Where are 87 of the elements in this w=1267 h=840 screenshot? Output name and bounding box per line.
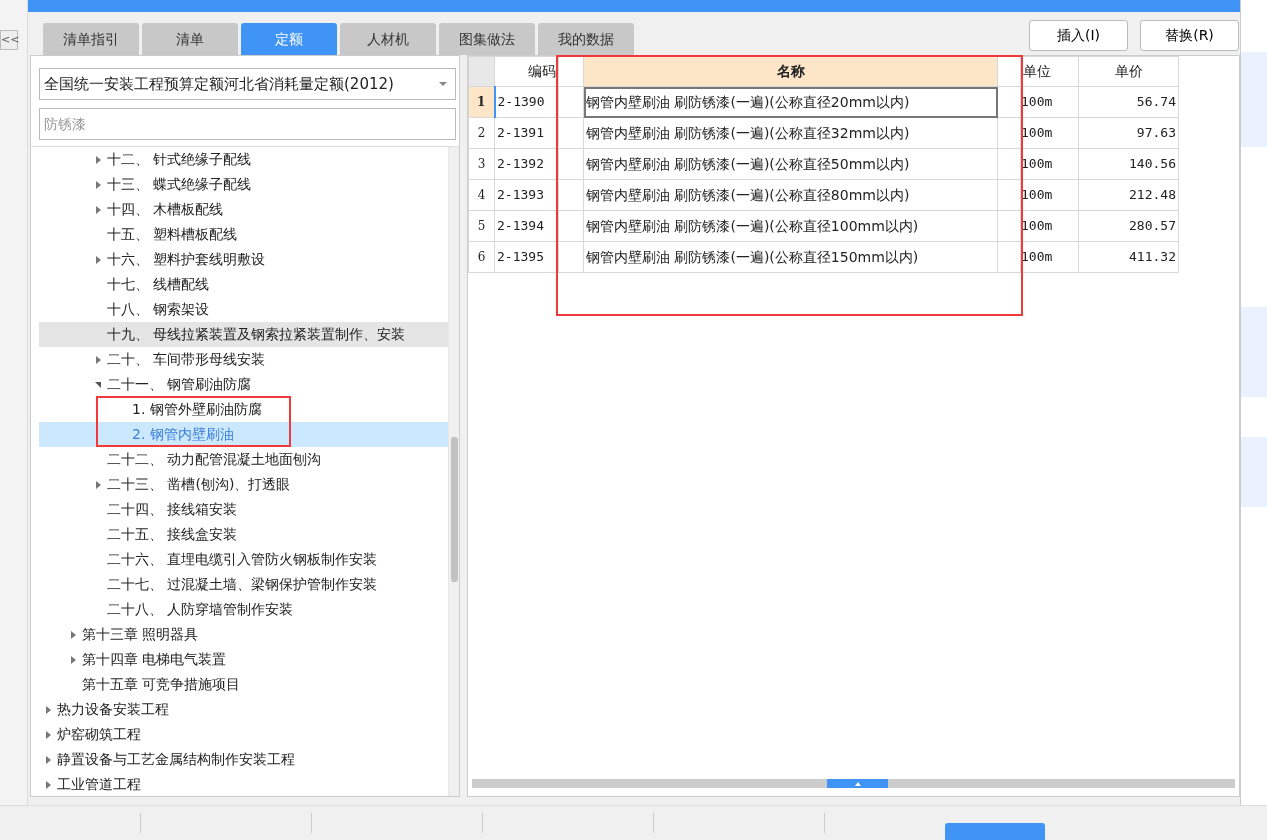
scrollbar-thumb[interactable]	[827, 779, 888, 788]
tree-item[interactable]: 二十七、 过混凝土墙、梁钢保护管制作安装	[39, 572, 448, 597]
tree-item[interactable]: 十九、 母线拉紧装置及钢索拉紧装置制作、安装	[39, 322, 448, 347]
table-cell: 212.48	[1078, 179, 1179, 211]
table-cell: 140.56	[1078, 148, 1179, 180]
tree-item[interactable]: 二十五、 接线盒安装	[39, 522, 448, 547]
table-cell: 97.63	[1078, 117, 1179, 149]
scrollbar[interactable]	[472, 779, 1235, 788]
tree-item[interactable]: 第十三章 照明器具	[39, 622, 448, 647]
tree-item[interactable]: 二十三、 凿槽(刨沟)、打透眼	[39, 472, 448, 497]
expand-icon[interactable]	[70, 630, 76, 639]
expand-icon[interactable]	[95, 355, 101, 364]
table-cell: 钢管内壁刷油 刷防锈漆(一遍)(公称直径32mm以内)	[583, 117, 998, 149]
table-cell: 钢管内壁刷油 刷防锈漆(一遍)(公称直径20mm以内)	[583, 86, 998, 118]
table-cell: 100m	[1020, 179, 1079, 211]
tree-item[interactable]: 二十、 车间带形母线安装	[39, 347, 448, 372]
action-button[interactable]: 插入(I)	[1029, 20, 1128, 51]
tree-item[interactable]: 炉窑砌筑工程	[39, 722, 448, 747]
tab[interactable]: 人材机	[340, 23, 436, 55]
table-cell: 100m	[1020, 148, 1079, 180]
tree-item[interactable]: 工业管道工程	[39, 772, 448, 796]
tab[interactable]: 清单	[142, 23, 238, 55]
tree-item[interactable]: 十六、 塑料护套线明敷设	[39, 247, 448, 272]
row-number[interactable]: 3	[468, 148, 495, 180]
expand-icon[interactable]	[45, 755, 51, 764]
scrollbar-thumb[interactable]	[451, 437, 458, 582]
column-header[interactable]: 名称	[583, 56, 998, 87]
row-number[interactable]: 1	[468, 86, 495, 118]
table-cell: 2-1390	[494, 86, 559, 118]
tree-item[interactable]: 热力设备安装工程	[39, 697, 448, 722]
collapse-button[interactable]: <<	[0, 30, 18, 50]
row-number[interactable]: 2	[468, 117, 495, 149]
table-cell: 2-1392	[494, 148, 559, 180]
tree-item[interactable]: 十四、 木槽板配线	[39, 197, 448, 222]
action-button[interactable]: 替换(R)	[1140, 20, 1239, 51]
tree-item[interactable]: 二十八、 人防穿墙管制作安装	[39, 597, 448, 622]
tree-item[interactable]: 1. 钢管外壁刷油防腐	[39, 397, 448, 422]
tree-item[interactable]: 第十四章 电梯电气装置	[39, 647, 448, 672]
table-cell: 钢管内壁刷油 刷防锈漆(一遍)(公称直径80mm以内)	[583, 179, 998, 211]
table-cell: 钢管内壁刷油 刷防锈漆(一遍)(公称直径150mm以内)	[583, 241, 998, 273]
column-header[interactable]: 单位	[1020, 56, 1079, 87]
table-cell: 100m	[1020, 86, 1079, 118]
row-number[interactable]: 6	[468, 241, 495, 273]
tab[interactable]: 我的数据	[538, 23, 634, 55]
tree-item[interactable]: 十五、 塑料槽板配线	[39, 222, 448, 247]
column-header[interactable]: 编码	[494, 56, 559, 87]
scrollbar[interactable]	[448, 147, 459, 796]
expand-icon[interactable]	[95, 155, 101, 164]
norm-dropdown[interactable]: 全国统一安装工程预算定额河北省消耗量定额(2012)	[39, 68, 456, 100]
expand-icon[interactable]	[45, 705, 51, 714]
table-cell: 2-1393	[494, 179, 559, 211]
expand-icon[interactable]	[70, 655, 76, 664]
row-number[interactable]: 5	[468, 210, 495, 242]
collapse-icon[interactable]	[95, 381, 101, 388]
tree-item[interactable]: 静置设备与工艺金属结构制作安装工程	[39, 747, 448, 772]
table-cell: 2-1395	[494, 241, 559, 273]
tree-item[interactable]: 十八、 钢索架设	[39, 297, 448, 322]
search-field[interactable]: 防锈漆	[39, 108, 456, 140]
table-cell: 100m	[1020, 241, 1079, 273]
table-cell: 280.57	[1078, 210, 1179, 242]
tree-item[interactable]: 十三、 蝶式绝缘子配线	[39, 172, 448, 197]
tree-item[interactable]: 二十二、 动力配管混凝土地面刨沟	[39, 447, 448, 472]
tree-item[interactable]: 二十一、 钢管刷油防腐	[39, 372, 448, 397]
table-cell: 100m	[1020, 117, 1079, 149]
table-cell: 钢管内壁刷油 刷防锈漆(一遍)(公称直径50mm以内)	[583, 148, 998, 180]
caret-icon	[439, 82, 447, 86]
tree-item[interactable]: 十七、 线槽配线	[39, 272, 448, 297]
table-cell: 2-1394	[494, 210, 559, 242]
expand-icon[interactable]	[95, 480, 101, 489]
tab[interactable]: 图集做法	[439, 23, 535, 55]
column-header[interactable]: 单价	[1078, 56, 1179, 87]
expand-icon[interactable]	[95, 180, 101, 189]
table-cell: 411.32	[1078, 241, 1179, 273]
expand-icon[interactable]	[95, 255, 101, 264]
expand-icon[interactable]	[95, 205, 101, 214]
tree-item[interactable]: 二十四、 接线箱安装	[39, 497, 448, 522]
table-cell: 钢管内壁刷油 刷防锈漆(一遍)(公称直径100mm以内)	[583, 210, 998, 242]
expand-icon[interactable]	[45, 730, 51, 739]
row-number[interactable]: 4	[468, 179, 495, 211]
table-cell: 56.74	[1078, 86, 1179, 118]
expand-icon[interactable]	[45, 780, 51, 789]
tree-item[interactable]: 十二、 针式绝缘子配线	[39, 147, 448, 172]
tab[interactable]: 清单指引	[43, 23, 139, 55]
table-cell: 100m	[1020, 210, 1079, 242]
table-cell: 2-1391	[494, 117, 559, 149]
tree-item[interactable]: 第十五章 可竞争措施项目	[39, 672, 448, 697]
tree-item[interactable]: 二十六、 直埋电缆引入管防火钢板制作安装	[39, 547, 448, 572]
